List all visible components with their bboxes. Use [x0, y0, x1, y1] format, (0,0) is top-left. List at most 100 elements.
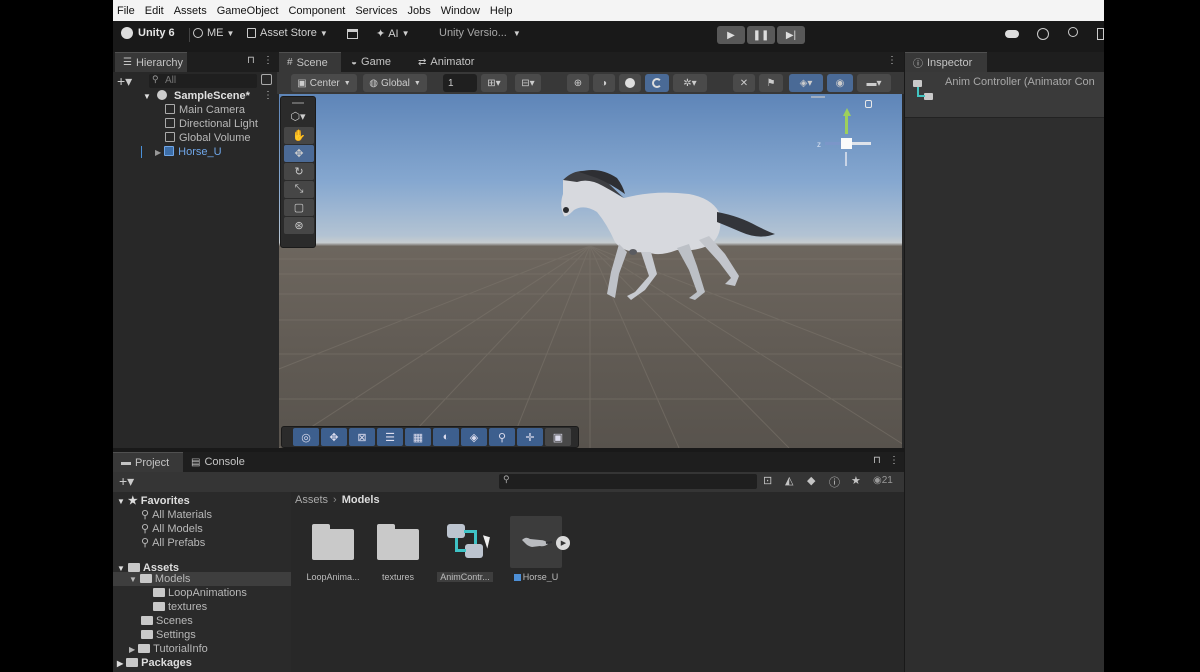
pivot-rotation-dropdown[interactable]: ◍ Global ▼ — [363, 74, 427, 92]
search-icon[interactable] — [1068, 27, 1078, 37]
grid-tool-button[interactable]: ▦ — [405, 428, 431, 446]
debug-draw-mode-button[interactable]: ✲▾ — [673, 74, 707, 92]
unity-menu[interactable]: Unity 6 — [121, 27, 175, 39]
shading-wireframe-button[interactable]: ◑ — [593, 74, 615, 92]
project-search-input[interactable]: ⚲ — [499, 474, 757, 489]
menu-help[interactable]: Help — [490, 5, 513, 17]
cloud-icon[interactable] — [1005, 30, 1019, 38]
version-control-dropdown[interactable]: Unity Versio... ▼ — [439, 27, 521, 39]
lock-icon[interactable]: ⊓ — [247, 55, 255, 66]
folder-tutorialinfo[interactable]: ▶ TutorialInfo — [129, 643, 208, 655]
scene-root[interactable]: ▼ SampleScene* — [143, 90, 250, 102]
pan-tool-button[interactable]: ✥ — [321, 428, 347, 446]
orientation-gizmo[interactable]: z — [815, 100, 883, 192]
ai-dropdown[interactable]: ✦ AI ▼ — [376, 27, 410, 41]
grid-snap-button[interactable]: ⊞▾ — [481, 74, 507, 92]
tab-game[interactable]: ◒ Game — [343, 52, 399, 72]
search-by-type-icon[interactable]: ⊡ — [763, 474, 772, 487]
folder-textures[interactable]: textures — [153, 601, 207, 613]
frame-tool-button[interactable]: ⊠ — [349, 428, 375, 446]
camera-preview-button[interactable]: ▣ — [545, 428, 571, 446]
pause-button[interactable]: ❚❚ — [747, 26, 775, 44]
scale-tool-button[interactable]: ⤡ — [284, 181, 314, 198]
create-button[interactable]: +▾ — [117, 73, 132, 90]
tab-console[interactable]: ▤ Console — [183, 452, 253, 472]
packages-root[interactable]: ▶ Packages — [117, 657, 192, 669]
trash-icon[interactable] — [1097, 28, 1104, 40]
breadcrumb-assets[interactable]: Assets — [295, 494, 328, 506]
breadcrumb-models[interactable]: Models — [342, 494, 380, 506]
tab-project[interactable]: ▬ Project — [113, 452, 183, 472]
filter-icon[interactable] — [261, 74, 272, 85]
play-button[interactable]: ▶ — [717, 26, 745, 44]
asset-folder-textures[interactable]: textures — [366, 516, 430, 582]
navigate-tool-button[interactable]: ✛ — [517, 428, 543, 446]
hidden-packages-toggle[interactable]: ◉21 — [873, 475, 893, 486]
menu-component[interactable]: Component — [288, 5, 345, 17]
asset-anim-controller[interactable]: AnimContr... — [433, 516, 497, 582]
hierarchy-search-input[interactable]: ⚲ All — [149, 74, 257, 88]
package-manager-icon[interactable] — [347, 29, 358, 39]
increment-snap-button[interactable]: ⊟▾ — [515, 74, 541, 92]
camera-settings-dropdown[interactable]: ▬▾ — [857, 74, 891, 92]
tool-context-dropdown[interactable]: ⬡▾ — [281, 107, 315, 125]
lighting-tool-button[interactable]: ◐ — [433, 428, 459, 446]
gizmo-center-cube[interactable] — [841, 138, 852, 149]
favorite-all-models[interactable]: ⚲ All Models — [141, 522, 203, 535]
2d-toggle-button[interactable]: ✕ — [733, 74, 755, 92]
menu-assets[interactable]: Assets — [174, 5, 207, 17]
menu-window[interactable]: Window — [441, 5, 480, 17]
hierarchy-item-global-volume[interactable]: Global Volume — [165, 132, 251, 144]
hierarchy-item-horse[interactable]: ▶ Horse_U — [155, 146, 222, 158]
visibility-toggle[interactable]: ◉ — [827, 74, 853, 92]
rotate-tool-button[interactable]: ↻ — [284, 163, 314, 180]
rect-tool-button[interactable]: ▢ — [284, 199, 314, 216]
menu-edit[interactable]: Edit — [145, 5, 164, 17]
folder-settings[interactable]: Settings — [141, 629, 196, 641]
fx-toggle-button[interactable]: ⚑ — [759, 74, 783, 92]
hierarchy-item-directional-light[interactable]: Directional Light — [165, 118, 258, 130]
align-tool-button[interactable]: ☰ — [377, 428, 403, 446]
folder-loopanimations[interactable]: LoopAnimations — [153, 587, 247, 599]
scene-lighting-button[interactable]: ⊕ — [567, 74, 589, 92]
folder-models[interactable]: ▼ Models — [129, 573, 190, 585]
folder-scenes[interactable]: Scenes — [141, 615, 193, 627]
tab-hierarchy[interactable]: ☰ Hierarchy — [115, 52, 187, 72]
horse-model[interactable] — [279, 94, 902, 448]
gizmo-lock-icon[interactable] — [865, 100, 872, 108]
more-options-icon[interactable]: ⋮ — [263, 55, 273, 66]
menu-file[interactable]: File — [117, 5, 135, 17]
create-asset-button[interactable]: +▾ — [119, 473, 134, 490]
orbit-tool-button[interactable]: ◎ — [293, 428, 319, 446]
asset-folder-loopanimations[interactable]: LoopAnima... — [301, 516, 365, 582]
asset-store-dropdown[interactable]: Asset Store ▼ — [247, 27, 328, 39]
more-options-icon[interactable]: ⋮ — [887, 55, 897, 66]
x-axis-handle[interactable] — [851, 142, 871, 145]
account-dropdown[interactable]: ME ▼ — [193, 27, 234, 39]
history-icon[interactable] — [1037, 28, 1049, 40]
favorite-all-prefabs[interactable]: ⚲ All Prefabs — [141, 536, 205, 549]
pivot-mode-dropdown[interactable]: ▣ Center ▼ — [291, 74, 357, 92]
zoom-tool-button[interactable]: ⚲ — [489, 428, 515, 446]
tab-scene[interactable]: # Scene — [279, 52, 341, 72]
shading-shaded-button[interactable] — [619, 74, 641, 92]
asset-horse-model[interactable]: ▶ Horse_U — [504, 516, 570, 582]
lock-icon[interactable]: ⊓ — [873, 455, 881, 466]
search-by-label-icon[interactable]: ◭ — [785, 474, 793, 487]
menu-services[interactable]: Services — [355, 5, 397, 17]
menu-gameobject[interactable]: GameObject — [217, 5, 279, 17]
move-tool-button[interactable]: ✥ — [284, 145, 314, 162]
scene-options-icon[interactable]: ⋮ — [263, 90, 273, 101]
effects-dropdown[interactable]: ◈▾ — [789, 74, 823, 92]
grid-size-field[interactable]: 1 — [443, 74, 477, 92]
play-preview-button[interactable]: ▶ — [556, 536, 570, 550]
tab-animator[interactable]: ⇄ Animator — [410, 52, 482, 72]
tab-inspector[interactable]: ⓘ Inspector — [905, 52, 987, 72]
menu-jobs[interactable]: Jobs — [408, 5, 431, 17]
layers-tool-button[interactable]: ◈ — [461, 428, 487, 446]
star-icon[interactable]: ★ — [851, 474, 861, 487]
step-button[interactable]: ▶| — [777, 26, 805, 44]
warning-icon[interactable]: ⓘ — [829, 474, 840, 490]
favorites-header[interactable]: ▼ ★ Favorites — [117, 494, 190, 507]
more-options-icon[interactable]: ⋮ — [889, 455, 899, 466]
